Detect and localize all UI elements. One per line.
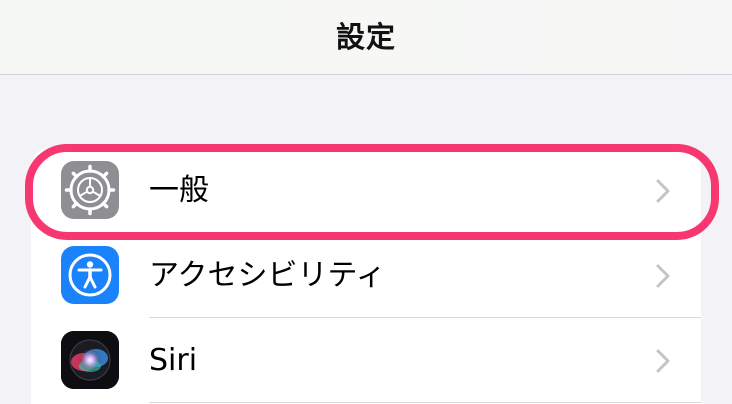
- page-title: 設定: [335, 20, 396, 54]
- settings-row-label: Siri: [149, 343, 198, 378]
- chevron-right-icon: [656, 349, 670, 373]
- row-divider: [149, 402, 701, 403]
- settings-row-siri[interactable]: Siri: [31, 318, 701, 403]
- settings-row-label: アクセシビリティ: [149, 258, 386, 293]
- settings-screen: 設定 一般 アクセシビリティ Siri: [0, 0, 732, 404]
- settings-row-label: 一般: [149, 173, 209, 208]
- navigation-bar: 設定: [0, 0, 732, 75]
- chevron-right-icon: [656, 179, 670, 203]
- chevron-right-icon: [656, 264, 670, 288]
- accessibility-icon: [61, 246, 119, 304]
- settings-row-accessibility[interactable]: アクセシビリティ: [31, 233, 701, 318]
- settings-row-general[interactable]: 一般: [31, 148, 701, 233]
- gear-icon: [61, 161, 119, 219]
- settings-group: 一般 アクセシビリティ Siri: [31, 148, 701, 404]
- siri-icon: [61, 331, 119, 389]
